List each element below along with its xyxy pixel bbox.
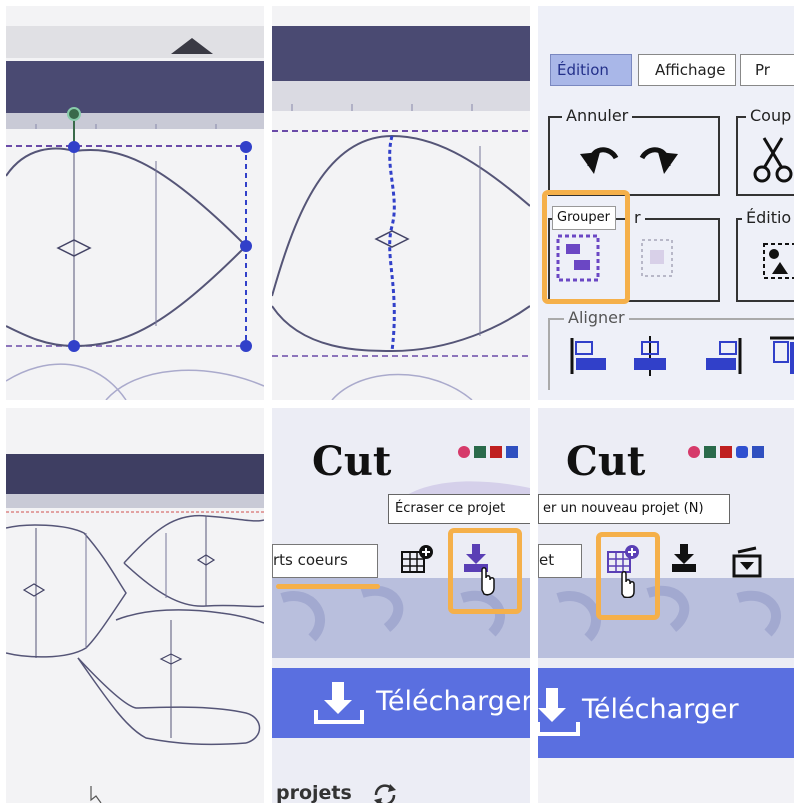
new-project-tooltip-text: er un nouveau projet (N) bbox=[543, 501, 704, 516]
hand-cursor-icon bbox=[621, 571, 635, 598]
align-top-icon[interactable] bbox=[770, 336, 794, 374]
panel-canvas-grouped bbox=[272, 6, 530, 400]
new-project-button[interactable] bbox=[398, 542, 434, 578]
save-tray-icon bbox=[732, 546, 762, 578]
tab-more[interactable]: Pr bbox=[740, 54, 794, 86]
edit-shape-icon[interactable] bbox=[738, 220, 794, 300]
badge-green-icon[interactable] bbox=[704, 446, 716, 458]
panel-canvas-selected bbox=[6, 6, 264, 400]
tab-affichage-label: Affichage bbox=[655, 61, 726, 79]
new-project-icon bbox=[607, 545, 639, 598]
badge-book-icon[interactable] bbox=[752, 446, 764, 458]
badge-red-warning-icon[interactable] bbox=[720, 446, 732, 458]
align-right-icon[interactable] bbox=[706, 338, 742, 374]
badge-green-icon[interactable] bbox=[474, 446, 486, 458]
resize-handle-top[interactable] bbox=[68, 141, 80, 153]
badge-red-icon[interactable] bbox=[458, 446, 470, 458]
resize-handle-bottom-right[interactable] bbox=[240, 340, 252, 352]
project-name-input-2[interactable]: et bbox=[538, 544, 582, 578]
resize-handle-top-right[interactable] bbox=[240, 141, 252, 153]
group-icon bbox=[556, 234, 600, 282]
group-couper: Coup bbox=[736, 106, 794, 196]
badge-red-icon[interactable] bbox=[688, 446, 700, 458]
overwrite-save-button[interactable] bbox=[460, 540, 504, 596]
name-underline bbox=[276, 584, 380, 589]
project-name-value-2: et bbox=[539, 551, 555, 569]
resize-handle-bottom[interactable] bbox=[68, 340, 80, 352]
project-name-input[interactable]: rts coeurs bbox=[272, 544, 378, 578]
align-center-icon[interactable] bbox=[634, 336, 666, 376]
canvas-result-svg bbox=[6, 408, 264, 803]
save-tray-button[interactable] bbox=[728, 542, 768, 582]
tab-edition-label: Édition bbox=[557, 61, 609, 79]
grouper-tooltip: Grouper bbox=[552, 206, 616, 230]
overwrite-save-icon bbox=[464, 544, 495, 596]
download-icon bbox=[314, 682, 364, 724]
grouper-tooltip-text: Grouper bbox=[557, 210, 610, 225]
projects-label: projets bbox=[276, 782, 352, 803]
group-edition: Éditio bbox=[736, 208, 794, 302]
tab-affichage[interactable]: Affichage bbox=[638, 54, 736, 86]
badge-red-warning-icon[interactable] bbox=[490, 446, 502, 458]
ruler-bar bbox=[6, 61, 264, 113]
ungroup-icon[interactable] bbox=[641, 239, 673, 277]
panel-save-overwrite: Cut Écraser ce projet rts coeurs Télécha… bbox=[272, 408, 530, 803]
panel-ribbon: Édition Affichage Pr Annuler Coup r Édit… bbox=[538, 6, 794, 400]
overwrite-save-icon bbox=[672, 544, 696, 572]
grouper-button[interactable] bbox=[554, 232, 604, 286]
overwrite-tooltip-text: Écraser ce projet bbox=[395, 501, 506, 516]
rotate-handle[interactable] bbox=[67, 107, 81, 121]
scissors-icon[interactable] bbox=[738, 118, 794, 194]
overwrite-save-button-2[interactable] bbox=[668, 542, 704, 578]
refresh-icon[interactable] bbox=[370, 780, 400, 803]
undo-arrow-icon[interactable] bbox=[580, 147, 619, 174]
new-project-icon bbox=[401, 545, 433, 573]
badge-blue-icon[interactable] bbox=[506, 446, 518, 458]
badge-heart-icon[interactable] bbox=[736, 446, 748, 458]
canvas-grouped-svg bbox=[272, 6, 530, 400]
download-button-2[interactable]: Télécharger bbox=[538, 670, 794, 756]
redo-arrow-icon[interactable] bbox=[639, 147, 678, 174]
download-label: Télécharger bbox=[376, 686, 530, 717]
new-project-button-2[interactable] bbox=[604, 542, 644, 598]
tab-edition[interactable]: Édition bbox=[550, 54, 632, 86]
group-aligner: Aligner bbox=[548, 308, 794, 390]
panel-canvas-result bbox=[6, 408, 264, 803]
panel-save-new: Cut er un nouveau projet (N) et Téléchar… bbox=[538, 408, 794, 803]
download-label-2: Télécharger bbox=[582, 694, 739, 725]
logo-text: Cut bbox=[312, 438, 392, 485]
tab-more-label: Pr bbox=[755, 61, 770, 79]
group-annuler: Annuler bbox=[548, 106, 720, 196]
project-name-value: rts coeurs bbox=[273, 551, 348, 569]
resize-handle-right[interactable] bbox=[240, 240, 252, 252]
new-project-tooltip: er un nouveau projet (N) bbox=[538, 494, 730, 524]
download-button[interactable]: Télécharger bbox=[272, 670, 530, 736]
overwrite-tooltip: Écraser ce projet bbox=[388, 494, 530, 524]
download-icon bbox=[538, 688, 580, 736]
align-left-icon[interactable] bbox=[570, 338, 606, 374]
logo-text-2: Cut bbox=[566, 438, 646, 485]
canvas-selected-svg bbox=[6, 6, 264, 400]
